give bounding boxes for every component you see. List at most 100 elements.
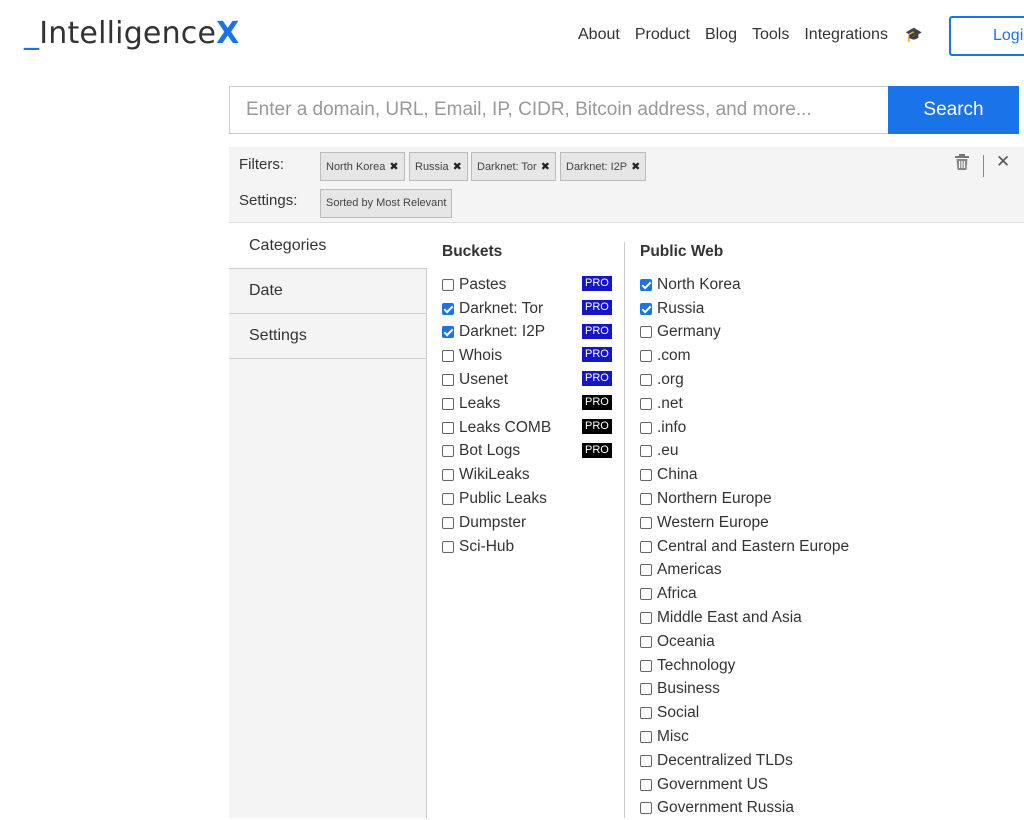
nav-tools[interactable]: Tools bbox=[752, 26, 789, 44]
filter-chip-darknet-i2p[interactable]: Darknet: I2P ✖ bbox=[560, 152, 647, 181]
checkbox-row-business[interactable]: Business bbox=[640, 678, 1024, 702]
checkbox-row-darknet-tor[interactable]: Darknet: Tor PRO bbox=[442, 297, 612, 321]
remove-x-icon[interactable]: ✖ bbox=[631, 161, 640, 173]
checkbox-row-org[interactable]: .org bbox=[640, 368, 1024, 392]
logo[interactable]: _IntelligenceX bbox=[24, 16, 240, 51]
tab-categories[interactable]: Categories bbox=[229, 224, 427, 269]
checkbox-row-germany[interactable]: Germany bbox=[640, 321, 1024, 345]
checkbox-row-decentralized-tlds[interactable]: Decentralized TLDs bbox=[640, 749, 1024, 773]
tab-settings[interactable]: Settings bbox=[229, 314, 426, 359]
filter-chip-north-korea[interactable]: North Korea ✖ bbox=[320, 152, 405, 181]
checkbox-row-americas[interactable]: Americas bbox=[640, 559, 1024, 583]
checkbox-row-russia[interactable]: Russia bbox=[640, 297, 1024, 321]
settings-chip-sort[interactable]: Sorted by Most Relevant bbox=[320, 189, 453, 218]
checkbox[interactable] bbox=[640, 731, 652, 744]
checkbox-row-misc[interactable]: Misc bbox=[640, 725, 1024, 749]
nav-blog[interactable]: Blog bbox=[705, 26, 737, 44]
nav-product[interactable]: Product bbox=[635, 26, 690, 44]
checkbox-row-public-leaks[interactable]: Public Leaks bbox=[442, 487, 612, 511]
checkbox-row-government-us[interactable]: Government US bbox=[640, 773, 1024, 797]
checkbox[interactable] bbox=[640, 635, 652, 648]
nav-about[interactable]: About bbox=[578, 26, 620, 44]
checkbox[interactable] bbox=[442, 278, 454, 291]
checkbox-row-usenet[interactable]: Usenet PRO bbox=[442, 368, 612, 392]
checkbox-row-government-russia[interactable]: Government Russia bbox=[640, 797, 1024, 820]
remove-x-icon[interactable]: ✖ bbox=[389, 161, 398, 173]
checkbox[interactable] bbox=[640, 778, 652, 791]
remove-x-icon[interactable]: ✖ bbox=[453, 161, 462, 173]
remove-x-icon[interactable]: ✖ bbox=[541, 161, 550, 173]
checkbox[interactable] bbox=[442, 374, 454, 387]
search-button[interactable]: Search bbox=[888, 86, 1019, 134]
checkbox[interactable] bbox=[640, 612, 652, 625]
close-icon[interactable]: ✕ bbox=[996, 152, 1010, 172]
nav-integrations[interactable]: Integrations bbox=[804, 26, 888, 44]
login-button[interactable]: Login bbox=[949, 16, 1024, 56]
checkbox-label: Social bbox=[657, 704, 700, 722]
checkbox[interactable] bbox=[442, 540, 454, 553]
checkbox[interactable] bbox=[640, 350, 652, 363]
checkbox[interactable] bbox=[442, 469, 454, 482]
filter-chip-darknet-tor[interactable]: Darknet: Tor ✖ bbox=[471, 152, 556, 181]
checkbox-row-wikileaks[interactable]: WikiLeaks bbox=[442, 463, 612, 487]
checkbox-row-info[interactable]: .info bbox=[640, 416, 1024, 440]
checkbox-row-western-europe[interactable]: Western Europe bbox=[640, 511, 1024, 535]
checkbox[interactable] bbox=[442, 516, 454, 529]
checkbox[interactable] bbox=[442, 421, 454, 434]
checkbox[interactable] bbox=[640, 469, 652, 482]
checkbox-label: Whois bbox=[459, 347, 503, 365]
checkbox[interactable] bbox=[640, 683, 652, 696]
checkbox-label: Government Russia bbox=[657, 799, 794, 817]
checkbox-row-pastes[interactable]: Pastes PRO bbox=[442, 273, 612, 297]
checkbox-row-eu[interactable]: .eu bbox=[640, 440, 1024, 464]
checkbox[interactable] bbox=[640, 493, 652, 506]
checkbox[interactable] bbox=[640, 802, 652, 815]
checkbox[interactable] bbox=[640, 564, 652, 577]
checkbox-row-africa[interactable]: Africa bbox=[640, 582, 1024, 606]
checkbox-row-darknet-i2p[interactable]: Darknet: I2P PRO bbox=[442, 321, 612, 345]
checkbox-checked[interactable] bbox=[442, 302, 454, 315]
checkbox[interactable] bbox=[640, 540, 652, 553]
checkbox[interactable] bbox=[640, 397, 652, 410]
checkbox-row-central-and-eastern-europe[interactable]: Central and Eastern Europe bbox=[640, 535, 1024, 559]
checkbox-row-dumpster[interactable]: Dumpster bbox=[442, 511, 612, 535]
checkbox[interactable] bbox=[640, 374, 652, 387]
checkbox[interactable] bbox=[640, 659, 652, 672]
checkbox-row-oceania[interactable]: Oceania bbox=[640, 630, 1024, 654]
checkbox-row-middle-east-and-asia[interactable]: Middle East and Asia bbox=[640, 606, 1024, 630]
checkbox[interactable] bbox=[640, 516, 652, 529]
graduation-hat-icon[interactable]: 🎓 bbox=[905, 26, 922, 44]
checkbox[interactable] bbox=[640, 421, 652, 434]
checkbox[interactable] bbox=[640, 326, 652, 339]
checkbox[interactable] bbox=[640, 707, 652, 720]
checkbox-row-social[interactable]: Social bbox=[640, 701, 1024, 725]
checkbox-row-net[interactable]: .net bbox=[640, 392, 1024, 416]
checkbox[interactable] bbox=[442, 445, 454, 458]
checkbox[interactable] bbox=[640, 588, 652, 601]
checkbox-checked[interactable] bbox=[640, 278, 652, 291]
checkbox-row-china[interactable]: China bbox=[640, 463, 1024, 487]
checkbox[interactable] bbox=[442, 397, 454, 410]
checkbox[interactable] bbox=[442, 350, 454, 363]
checkbox[interactable] bbox=[640, 445, 652, 458]
filter-chip-russia[interactable]: Russia ✖ bbox=[409, 152, 468, 181]
checkbox[interactable] bbox=[442, 493, 454, 506]
trash-icon[interactable] bbox=[955, 154, 969, 170]
checkbox-row-whois[interactable]: Whois PRO bbox=[442, 344, 612, 368]
checkbox-row-leaks[interactable]: Leaks PRO bbox=[442, 392, 612, 416]
tab-date[interactable]: Date bbox=[229, 269, 426, 314]
buckets-title: Buckets bbox=[442, 243, 503, 260]
checkbox-label: Leaks COMB bbox=[459, 418, 552, 436]
checkbox-row-technology[interactable]: Technology bbox=[640, 654, 1024, 678]
pro-badge: PRO bbox=[582, 323, 612, 339]
checkbox[interactable] bbox=[640, 754, 652, 767]
checkbox-row-com[interactable]: .com bbox=[640, 344, 1024, 368]
search-input[interactable] bbox=[229, 86, 888, 134]
checkbox-row-sci-hub[interactable]: Sci-Hub bbox=[442, 535, 612, 559]
checkbox-row-bot-logs[interactable]: Bot Logs PRO bbox=[442, 440, 612, 464]
checkbox-checked[interactable] bbox=[640, 302, 652, 315]
checkbox-row-leaks-comb[interactable]: Leaks COMB PRO bbox=[442, 416, 612, 440]
checkbox-row-north-korea[interactable]: North Korea bbox=[640, 273, 1024, 297]
checkbox-checked[interactable] bbox=[442, 326, 454, 339]
checkbox-row-northern-europe[interactable]: Northern Europe bbox=[640, 487, 1024, 511]
